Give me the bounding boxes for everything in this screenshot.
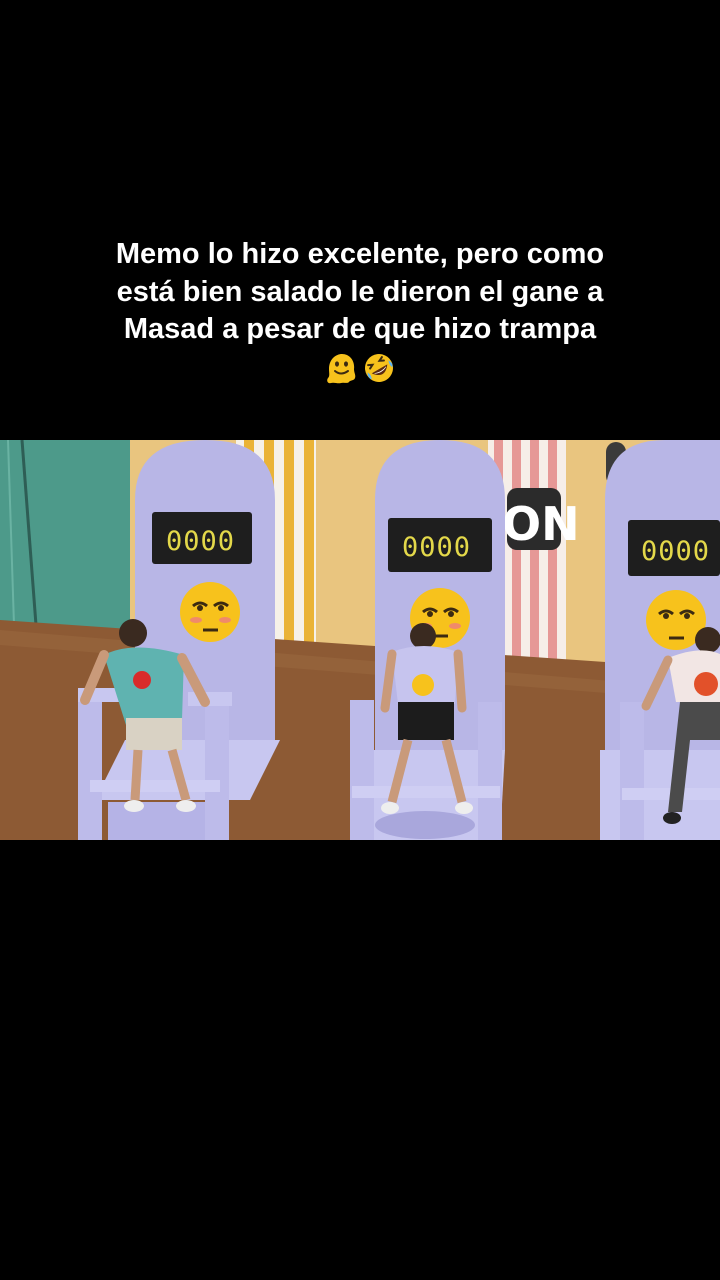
show-sign: ON (502, 488, 580, 551)
counter-value-2: 0000 (402, 532, 471, 563)
challenge-scene: ON 0000 0000 0000 (0, 440, 720, 840)
counter-value-1: 0000 (166, 526, 235, 557)
sign-label: ON (502, 497, 580, 551)
video-frame[interactable]: ON 0000 0000 0000 (0, 440, 720, 840)
caption-line-3: Masad a pesar de que hizo trampa (123, 313, 597, 345)
emoji-sign-1 (180, 582, 240, 642)
green-glass-wall (0, 440, 130, 630)
caption-emojis (60, 351, 660, 385)
melting-face-icon (327, 353, 356, 383)
caption-line-1: Memo lo hizo excelente, pero como (115, 238, 605, 270)
rolling-on-floor-laughing-icon (365, 353, 393, 382)
caption-line-2: está bien salado le dieron el gane a (116, 275, 604, 308)
post-caption: Memo lo hizo excelente, pero como está b… (60, 236, 660, 385)
counter-value-3: 0000 (641, 536, 710, 567)
